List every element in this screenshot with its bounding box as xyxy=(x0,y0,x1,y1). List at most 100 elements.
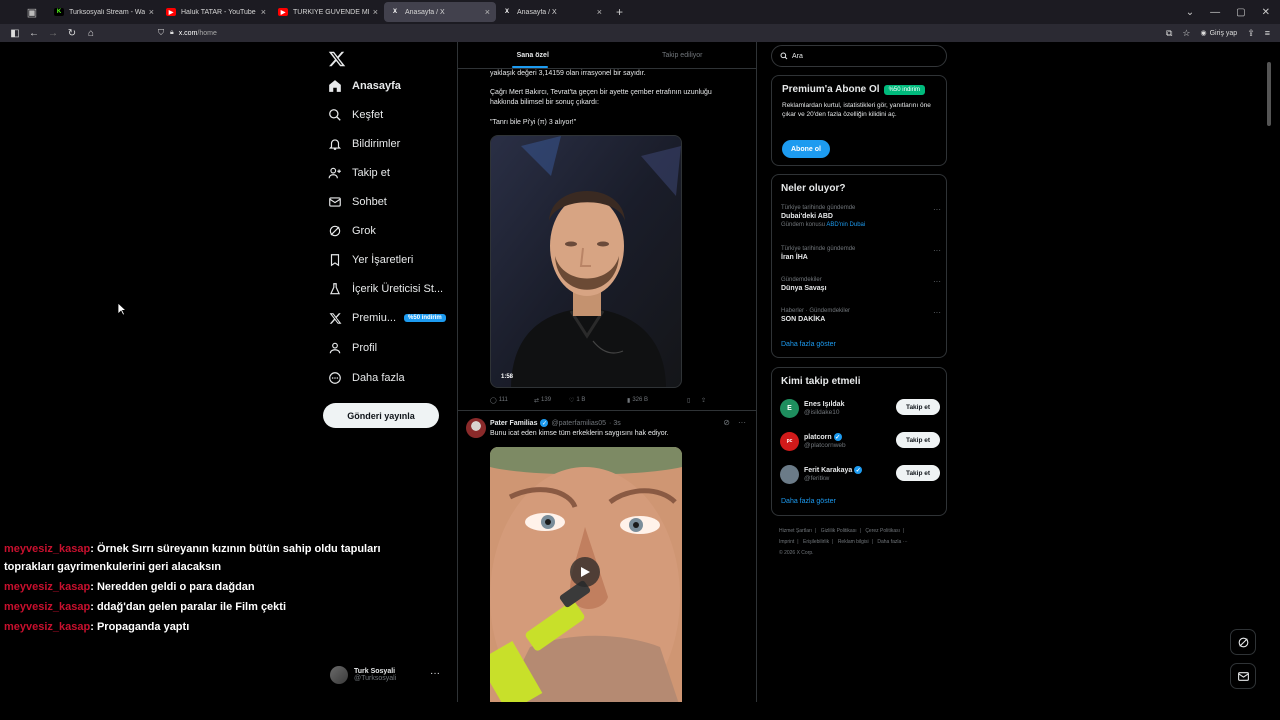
maximize-icon[interactable]: ▢ xyxy=(1236,7,1245,18)
premium-discount-badge: %50 indirim xyxy=(404,314,446,322)
extensions-icon[interactable]: ⇪ xyxy=(1247,28,1255,39)
page-scrollbar[interactable] xyxy=(1267,62,1271,126)
show-more-link[interactable]: Daha fazla göster xyxy=(781,498,836,505)
tab-close-icon[interactable]: × xyxy=(373,7,378,17)
follow-suggestion[interactable]: Ferit Karakaya ✓ @feritkw Takip et xyxy=(780,462,940,486)
nav-item-label: Sohbet xyxy=(352,196,387,208)
footer-link[interactable]: Çerez Politikası xyxy=(865,528,900,534)
nav-item-home[interactable]: Anasayfa xyxy=(328,75,401,97)
nav-item-explore[interactable]: Keşfet xyxy=(328,104,383,126)
footer-line: Hizmet Şartları | Gizlilik Politikası | Çe… xyxy=(779,526,949,537)
tab-following[interactable]: Takip ediliyor xyxy=(608,42,757,68)
follow-button[interactable]: Takip et xyxy=(896,465,940,481)
nav-item-grok[interactable]: Grok xyxy=(328,220,376,242)
tab-for-you[interactable]: Sana özel xyxy=(458,42,608,68)
account-switcher[interactable]: Turk Sosyali @Turksosyali ··· xyxy=(330,662,450,688)
shield-icon[interactable]: ⛉ xyxy=(158,28,164,38)
nav-item-more[interactable]: Daha fazla xyxy=(328,367,405,389)
tweet-author-handle[interactable]: @paterfamilias05 xyxy=(551,420,606,427)
nav-item-chat[interactable]: Sohbet xyxy=(328,191,387,213)
back-icon[interactable]: ← xyxy=(25,24,43,42)
trend-item[interactable]: Haberler · Gündemdekiler SON DAKİKA ··· xyxy=(781,308,941,323)
more-dots-icon[interactable]: ··· xyxy=(933,277,941,286)
trend-item[interactable]: Türkiye tarihinde gündemde Dubai'deki AB… xyxy=(781,205,941,228)
home-icon xyxy=(328,79,342,93)
more-dots-icon[interactable]: ··· xyxy=(933,246,941,255)
nav-item-label: Daha fazla xyxy=(352,372,405,384)
tweet-time[interactable]: · 3s xyxy=(609,420,621,427)
x-favicon-icon: X xyxy=(504,9,509,15)
reply-button[interactable]: ◯ 111 xyxy=(490,397,534,404)
post-button[interactable]: Gönderi yayınla xyxy=(323,403,439,428)
follow-suggestion[interactable]: pc platcorn ✓ @platcornweb Takip et xyxy=(780,429,940,453)
tab-close-icon[interactable]: × xyxy=(485,7,490,17)
tweet-video[interactable]: 1:58 xyxy=(490,135,682,388)
minimize-icon[interactable]: — xyxy=(1210,7,1220,18)
more-dots-icon[interactable]: ··· xyxy=(933,205,941,214)
bookmark-tweet-icon[interactable]: ▯ xyxy=(687,397,701,404)
close-window-icon[interactable]: ✕ xyxy=(1262,7,1270,18)
tweet-author-name[interactable]: Pater Familias xyxy=(490,420,537,427)
menu-icon[interactable]: ≡ xyxy=(1265,28,1270,38)
share-icon[interactable]: ⇪ xyxy=(701,397,706,404)
suggestion-name: platcorn ✓ xyxy=(804,433,846,441)
tab-overflow-icon[interactable]: ⌄ xyxy=(1186,7,1194,18)
browser-tab[interactable]: K Turksosyali Stream - Watch × xyxy=(48,2,160,22)
like-button[interactable]: ♡ 1 B xyxy=(569,397,627,404)
show-more-link[interactable]: Daha fazla göster xyxy=(781,341,836,348)
subscribe-button[interactable]: Abone ol xyxy=(782,140,830,158)
browser-tab[interactable]: ▶ TÜRKİYE GÜVENDE Mİ? - S × xyxy=(272,2,384,22)
tab-title: TÜRKİYE GÜVENDE Mİ? - S xyxy=(293,8,369,16)
tab-list-icon[interactable]: ▣ xyxy=(20,0,44,24)
footer-link[interactable]: Daha fazla ··· xyxy=(877,539,907,545)
nav-item-bookmarks[interactable]: Yer İşaretleri xyxy=(328,249,413,271)
grok-floating-button[interactable] xyxy=(1230,629,1256,655)
nav-item-notifications[interactable]: Bildirimler xyxy=(328,133,400,155)
more-dots-icon[interactable]: ··· xyxy=(430,668,440,679)
nav-item-premium[interactable]: Premiu... %50 indirim xyxy=(328,307,446,329)
new-tab-icon[interactable]: + xyxy=(616,5,623,19)
tab-close-icon[interactable]: × xyxy=(149,7,154,17)
footer-link[interactable]: Reklam bilgisi xyxy=(838,539,869,545)
repost-button[interactable]: ⇄ 139 xyxy=(534,397,569,404)
messages-floating-button[interactable] xyxy=(1230,663,1256,689)
nav-item-profile[interactable]: Profil xyxy=(328,337,377,359)
footer-link[interactable]: Erişilebilirlik xyxy=(803,539,829,545)
follow-button[interactable]: Takip et xyxy=(896,432,940,448)
browser-tab[interactable]: X Anasayfa / X × xyxy=(496,2,608,22)
sidebar-toggle-icon[interactable]: ◧ xyxy=(6,24,24,42)
forward-icon[interactable]: → xyxy=(44,24,62,42)
trend-item[interactable]: Gündemdekiler Dünya Savaşı ··· xyxy=(781,277,941,292)
footer-link[interactable]: Hizmet Şartları xyxy=(779,528,812,534)
nav-item-follow[interactable]: Takip et xyxy=(328,162,390,184)
grok-icon[interactable]: ⊘ xyxy=(723,418,730,427)
follow-suggestion[interactable]: E Enes Işıldak @isildake10 Takip et xyxy=(780,396,940,420)
x-logo-icon[interactable] xyxy=(328,50,346,68)
browser-tab[interactable]: ▶ Haluk TATAR - YouTube × xyxy=(160,2,272,22)
tab-close-icon[interactable]: × xyxy=(261,7,266,17)
browser-tab-active[interactable]: X Anasayfa / X × xyxy=(384,2,496,22)
nav-item-creator-studio[interactable]: İçerik Üreticisi St... xyxy=(328,278,443,300)
footer-link[interactable]: Imprint xyxy=(779,539,794,545)
trend-item[interactable]: Türkiye tarihinde gündemde İran İHA ··· xyxy=(781,246,941,261)
lock-icon[interactable]: 🔒︎ xyxy=(170,29,174,37)
chat-text: toprakları gayrimenkulerini geri alacaks… xyxy=(4,561,222,573)
reload-icon[interactable]: ↻ xyxy=(63,24,81,42)
tab-close-icon[interactable]: × xyxy=(597,7,602,17)
more-dots-icon[interactable]: ··· xyxy=(738,418,746,427)
sign-in-button[interactable]: ◉ Giriş yap xyxy=(1200,29,1237,38)
follow-button[interactable]: Takip et xyxy=(896,399,940,415)
play-button[interactable] xyxy=(570,557,600,587)
bookmark-star-icon[interactable]: ☆ xyxy=(1182,28,1190,39)
views-button[interactable]: ▮ 326 B xyxy=(627,397,687,404)
footer-links: Hizmet Şartları | Gizlilik Politikası | Çe… xyxy=(779,526,949,559)
tweet-video[interactable] xyxy=(490,447,682,702)
translate-icon[interactable]: ⧉ xyxy=(1166,28,1172,39)
search-input[interactable]: Ara xyxy=(771,45,947,67)
home-browser-icon[interactable]: ⌂ xyxy=(82,24,100,42)
footer-link[interactable]: Gizlilik Politikası xyxy=(821,528,857,534)
trend-sub-link[interactable]: ABD'nin Dubai xyxy=(826,222,865,228)
more-dots-icon[interactable]: ··· xyxy=(933,308,941,317)
url-bar[interactable]: ⛉ 🔒︎ x.com/home xyxy=(158,25,1098,41)
avatar[interactable] xyxy=(466,418,486,438)
